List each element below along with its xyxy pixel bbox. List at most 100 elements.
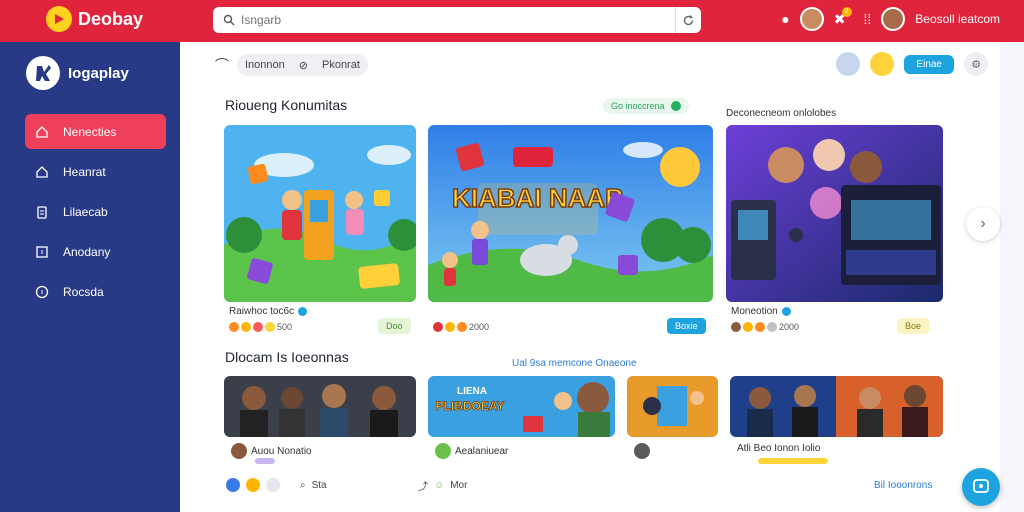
reaction-icon — [457, 322, 467, 332]
section-subtitle: Deconecneom onlolobes — [726, 108, 837, 119]
back-icon[interactable]: ⌒ — [215, 55, 229, 75]
tab-pkonrat[interactable]: Pkonrat — [322, 59, 360, 71]
tab-group: Inonnon ⊘ Pkonrat — [237, 54, 368, 76]
reaction-icon — [767, 322, 777, 332]
video-card-2[interactable]: LIENA PLIBDOEAY — [428, 376, 615, 437]
play-logo-icon — [46, 6, 72, 32]
reactions-row[interactable]: 2000 — [433, 322, 489, 332]
card-title-1[interactable]: Raiwhoc toc6c — [229, 306, 308, 317]
notification-badge: 2 — [841, 6, 852, 17]
search-input[interactable] — [241, 13, 675, 27]
sidebar-item-heanrat[interactable]: Heanrat — [25, 154, 166, 189]
refresh-icon[interactable] — [675, 7, 701, 33]
game-card-3[interactable] — [726, 125, 943, 302]
user-name[interactable]: Beosoll ieatcom — [915, 12, 1000, 26]
game-card-2[interactable]: KIABAI NAAB — [428, 125, 713, 302]
reactions-row[interactable]: 500 — [229, 322, 292, 332]
sidebar-item-label: Anodany — [63, 244, 111, 259]
sidebar-item-label: Rocsda — [63, 284, 104, 299]
video-card-1[interactable] — [224, 376, 416, 437]
section-title-videos: Dlocam Is Ioeonnas — [225, 349, 349, 365]
sidebar: Iogaplay Nenecties Heanrat Lilaecab Anod… — [0, 42, 180, 512]
chat-fab-icon[interactable] — [962, 468, 1000, 506]
carousel-next-icon[interactable]: › — [966, 207, 1000, 241]
video-title: Aealaniuear — [455, 445, 509, 457]
video-subline — [255, 458, 275, 464]
bottom-link[interactable]: Bil Iooonrons — [874, 480, 932, 491]
channel-avatar — [435, 443, 451, 459]
share-bar[interactable]: ⤴ ☺ Mor — [418, 478, 467, 493]
emoji-icon[interactable]: ☺ — [434, 480, 444, 491]
sidebar-brand-name: Iogaplay — [68, 64, 129, 82]
like-icon[interactable] — [226, 478, 240, 492]
banner-top-text: LIENA — [457, 386, 487, 397]
search-small-icon[interactable]: ⌕ — [300, 480, 306, 491]
verified-icon — [298, 307, 308, 316]
game-thumbnail — [224, 125, 416, 302]
record-dot-icon[interactable]: ● — [781, 11, 789, 27]
banner-text: PLIBDOEAY — [436, 399, 505, 413]
sidebar-item-label: Lilaecab — [63, 204, 108, 219]
video-card-3[interactable] — [627, 376, 718, 437]
reactions-row[interactable]: 2000 — [731, 322, 799, 332]
card-title-3[interactable]: Moneotion — [731, 306, 791, 317]
tools-icon[interactable]: ✖ 2 — [834, 6, 852, 28]
smile-icon[interactable] — [246, 478, 260, 492]
reaction-count: 2000 — [469, 322, 490, 332]
game-logo-line-1: KIABAI NAAB — [452, 183, 624, 213]
square-icon — [35, 245, 49, 259]
video-title: Auou Nonatio — [251, 445, 312, 457]
settings-icon[interactable]: ⚙ — [964, 52, 988, 76]
video-thumbnail — [730, 376, 943, 437]
arrow-icon — [670, 101, 681, 111]
video-meta-3[interactable] — [634, 443, 650, 459]
sidebar-item-nenecties[interactable]: Nenecties — [25, 114, 166, 149]
profile-avatar[interactable] — [836, 52, 861, 76]
card-title-text: Raiwhoc toc6c — [229, 306, 295, 317]
search-bar[interactable] — [213, 7, 701, 33]
more-reactions-icon[interactable] — [266, 478, 280, 492]
card-tag-2[interactable]: Boxie — [667, 318, 706, 334]
see-more-pill[interactable]: Go inoccrena — [603, 98, 689, 114]
video-card-4[interactable] — [730, 376, 943, 437]
clipboard-icon — [35, 205, 49, 219]
home-icon — [35, 165, 49, 179]
user-avatar[interactable] — [881, 7, 906, 31]
primary-action-button[interactable]: Einae — [904, 54, 954, 74]
friend-avatar[interactable] — [799, 7, 824, 31]
action-label[interactable]: Sta — [312, 480, 327, 491]
section-link[interactable]: Ual 9sa memcone Onaeone — [512, 358, 637, 369]
card-tag-1[interactable]: Doo — [378, 318, 411, 334]
reaction-icon — [241, 322, 251, 332]
tag-icon[interactable]: ⊘ — [299, 59, 308, 72]
brand-logo-icon — [26, 56, 60, 90]
share-icon[interactable]: ⤴ — [418, 478, 428, 493]
action-label[interactable]: Mor — [450, 480, 467, 491]
circle-info-icon — [35, 285, 49, 299]
app-logo[interactable]: Deobay — [46, 6, 143, 32]
video-meta-4[interactable]: Atli Beo Ionon Iolio — [737, 443, 820, 454]
app-name: Deobay — [78, 8, 144, 29]
channel-avatar — [634, 443, 650, 459]
video-meta-2[interactable]: Aealaniuear — [435, 443, 508, 459]
video-meta-1[interactable]: Auou Nonatio — [231, 443, 312, 459]
emoji-avatar[interactable] — [870, 52, 895, 76]
reaction-count: 2000 — [779, 322, 800, 332]
reaction-icon — [445, 322, 455, 332]
tab-inonnon[interactable]: Inonnon — [245, 59, 285, 71]
video-thumbnail: LIENA PLIBDOEAY — [428, 376, 615, 437]
game-card-1[interactable] — [224, 125, 416, 302]
reactions-bar[interactable]: ⌕ Sta — [226, 478, 327, 492]
sidebar-item-anodany[interactable]: Anodany — [25, 234, 166, 269]
verified-icon — [781, 307, 791, 316]
game-thumbnail — [726, 125, 943, 302]
sidebar-brand[interactable]: Iogaplay — [26, 56, 129, 90]
see-more-label: Go inoccrena — [611, 101, 665, 111]
sidebar-item-rocsda[interactable]: Rocsda — [25, 274, 166, 309]
sidebar-item-lilaecab[interactable]: Lilaecab — [25, 194, 166, 229]
apps-grid-icon[interactable]: ⁞⁞ — [864, 11, 872, 27]
reaction-icon — [265, 322, 275, 332]
card-title-text: Moneotion — [731, 306, 778, 317]
card-tag-3[interactable]: Boe — [897, 318, 930, 334]
video-title: Atli Beo Ionon Iolio — [737, 443, 821, 454]
